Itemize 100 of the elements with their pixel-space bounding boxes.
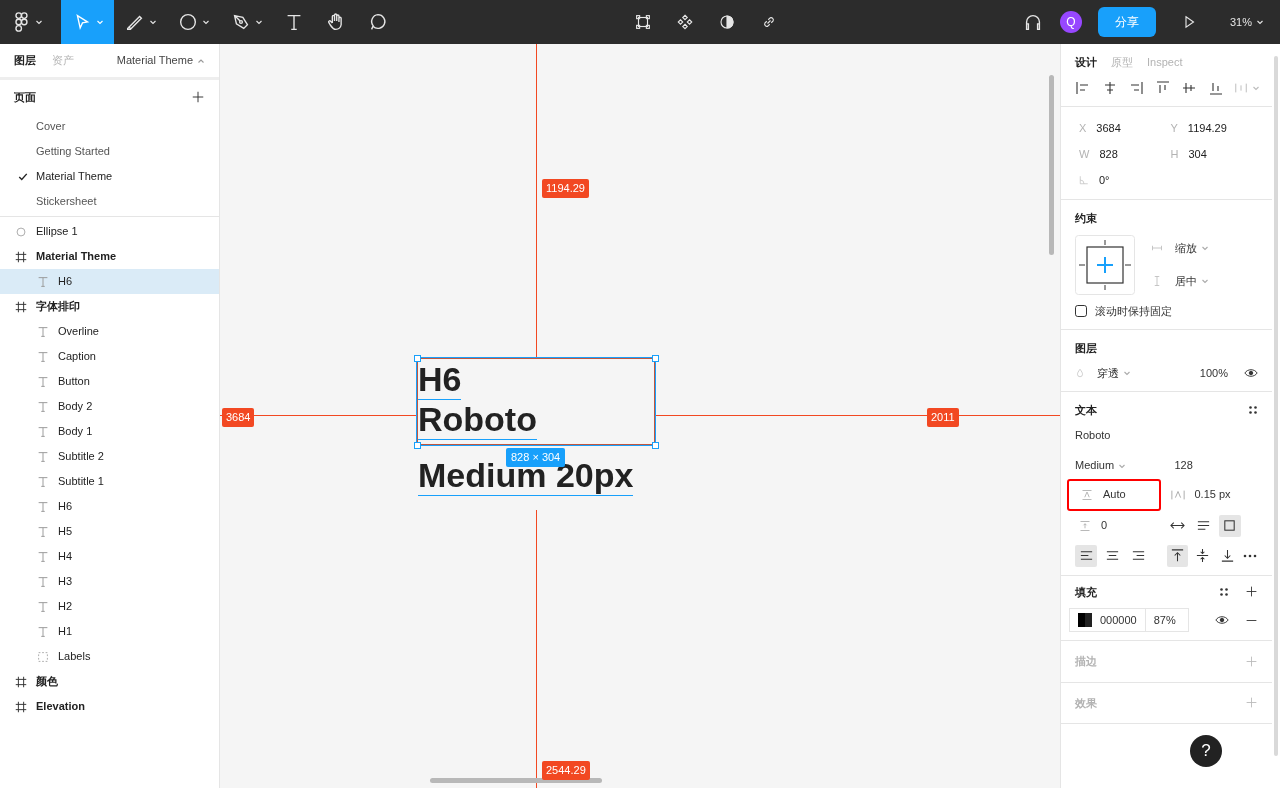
section-title: 效果 bbox=[1075, 695, 1097, 711]
fixed-button[interactable] bbox=[1218, 514, 1241, 537]
chevron-down-icon bbox=[1256, 18, 1264, 26]
user-avatar[interactable]: Q bbox=[1059, 11, 1082, 33]
layer-item[interactable]: Body 2 bbox=[0, 394, 219, 419]
canvas-text[interactable]: Roboto bbox=[418, 400, 537, 441]
chevron-down-icon bbox=[1201, 244, 1209, 253]
layer-item[interactable]: 字体排印 bbox=[0, 294, 219, 319]
layer-item[interactable]: Elevation bbox=[0, 694, 219, 719]
position-field[interactable]: X 3684 bbox=[1075, 115, 1167, 141]
blend-mode-dropdown[interactable]: 穿透 bbox=[1075, 364, 1131, 381]
layer-item[interactable]: 颜色 bbox=[0, 669, 219, 694]
resize-handle[interactable] bbox=[414, 355, 421, 362]
rotation-field[interactable]: 0° bbox=[1075, 167, 1167, 193]
page-item[interactable]: Stickersheet bbox=[0, 189, 219, 214]
layer-item[interactable]: Material Theme bbox=[0, 244, 219, 269]
page-item[interactable]: Cover bbox=[0, 114, 219, 139]
selection-box[interactable] bbox=[417, 358, 655, 445]
section-title: 描边 bbox=[1075, 654, 1097, 669]
vertical-constraint-dropdown[interactable]: 居中 bbox=[1151, 272, 1209, 289]
paragraph-spacing-field[interactable]: 0 bbox=[1075, 512, 1167, 539]
text-layer-icon bbox=[36, 549, 50, 564]
hash-icon bbox=[14, 249, 28, 264]
resize-handle[interactable] bbox=[652, 355, 659, 362]
position-field[interactable]: H 304 bbox=[1166, 141, 1258, 167]
page-menu[interactable]: Material Theme bbox=[116, 52, 205, 69]
text-align-button[interactable] bbox=[1075, 544, 1097, 567]
transform-icon[interactable] bbox=[634, 13, 653, 31]
scrollbar[interactable] bbox=[430, 778, 602, 783]
color-swatch[interactable] bbox=[1078, 613, 1092, 627]
align-text-bottom-icon bbox=[1219, 548, 1235, 563]
text-layer-icon bbox=[36, 324, 50, 339]
eye-icon[interactable] bbox=[1215, 613, 1229, 627]
hash-icon bbox=[14, 699, 28, 714]
zoom-menu[interactable]: 31% bbox=[1221, 13, 1272, 31]
align-right-icon[interactable] bbox=[1128, 80, 1144, 96]
text-layer-icon bbox=[36, 524, 50, 539]
measurement-label: 1194.29 bbox=[542, 179, 589, 198]
half-circle-icon[interactable] bbox=[718, 13, 737, 31]
checkbox[interactable] bbox=[1075, 304, 1087, 317]
font-family-dropdown[interactable]: Roboto bbox=[1075, 428, 1111, 441]
section-title: 图层 bbox=[1075, 341, 1098, 356]
layer-item[interactable]: Overline bbox=[0, 319, 219, 344]
text-layer-icon bbox=[36, 449, 50, 464]
layer-item[interactable]: Subtitle 1 bbox=[0, 469, 219, 494]
position-field[interactable]: W 828 bbox=[1075, 141, 1167, 167]
section-title: 页面 bbox=[14, 89, 36, 105]
align-top-icon[interactable] bbox=[1154, 80, 1171, 96]
layer-item[interactable]: Subtitle 2 bbox=[0, 444, 219, 469]
layer-item[interactable]: H2 bbox=[0, 594, 219, 619]
chevron-down-icon bbox=[255, 18, 263, 26]
text-layer-icon bbox=[36, 399, 50, 414]
vertical-align-button[interactable] bbox=[1166, 544, 1188, 567]
layer-item[interactable]: Ellipse 1 bbox=[0, 219, 219, 244]
scrollbar[interactable] bbox=[1274, 56, 1278, 756]
constraints-widget[interactable] bbox=[1075, 234, 1135, 295]
circle-icon bbox=[14, 224, 28, 239]
scrollbar[interactable] bbox=[1049, 75, 1054, 255]
resize-handle[interactable] bbox=[414, 442, 421, 449]
layer-item[interactable]: Caption bbox=[0, 344, 219, 369]
layer-item[interactable]: H3 bbox=[0, 569, 219, 594]
chevron-down-icon bbox=[202, 18, 210, 26]
line-height-field[interactable]: Auto bbox=[1067, 478, 1161, 511]
layer-item[interactable]: Button bbox=[0, 369, 219, 394]
layer-item[interactable]: H6 bbox=[0, 269, 219, 294]
panel-tab[interactable]: 设计 bbox=[1075, 53, 1097, 71]
add-icon[interactable] bbox=[1245, 585, 1258, 599]
font-size-field[interactable]: 128 bbox=[1174, 459, 1193, 472]
page-item[interactable]: Material Theme bbox=[0, 164, 219, 189]
page-item[interactable]: Getting Started bbox=[0, 139, 219, 164]
horizontal-constraint-dropdown[interactable]: 缩放 bbox=[1151, 240, 1209, 257]
layer-item[interactable]: H4 bbox=[0, 544, 219, 569]
component-icon[interactable] bbox=[676, 13, 695, 31]
opacity-field[interactable]: 100% bbox=[1199, 364, 1228, 381]
letter-spacing-field[interactable]: 0.15 px bbox=[1166, 481, 1258, 508]
align-left-icon[interactable] bbox=[1075, 80, 1091, 96]
text-layer-icon bbox=[36, 574, 50, 589]
style-dots-icon[interactable] bbox=[1248, 405, 1258, 416]
help-button[interactable]: ? bbox=[1190, 735, 1222, 767]
fill-color-field[interactable]: 000000 bbox=[1070, 609, 1146, 631]
chevron-down-icon bbox=[149, 18, 157, 26]
position-field[interactable]: Y 1194.29 bbox=[1166, 115, 1258, 141]
layer-item[interactable]: Body 1 bbox=[0, 419, 219, 444]
fill-opacity-field[interactable]: 87% bbox=[1145, 611, 1188, 629]
font-weight-dropdown[interactable]: Medium bbox=[1075, 457, 1167, 474]
layer-item[interactable]: H6 bbox=[0, 494, 219, 519]
distribute-icon bbox=[1234, 81, 1248, 95]
canvas-text[interactable]: H6 bbox=[418, 360, 462, 401]
text-layer-icon bbox=[36, 474, 50, 489]
measurement-label: 3684 bbox=[222, 408, 255, 427]
layer-item[interactable]: Labels bbox=[0, 644, 219, 669]
align-bottom-icon[interactable] bbox=[1207, 80, 1224, 96]
resize-handle[interactable] bbox=[652, 442, 659, 449]
drop-icon bbox=[1075, 367, 1085, 378]
layer-item[interactable]: H1 bbox=[0, 619, 219, 644]
paragraph-spacing-icon bbox=[1079, 519, 1091, 532]
style-dots-icon[interactable] bbox=[1219, 586, 1229, 597]
align-vertical-center-icon[interactable] bbox=[1181, 80, 1197, 96]
panel-tab[interactable]: 图层 bbox=[14, 52, 36, 69]
layer-item[interactable]: H5 bbox=[0, 519, 219, 544]
